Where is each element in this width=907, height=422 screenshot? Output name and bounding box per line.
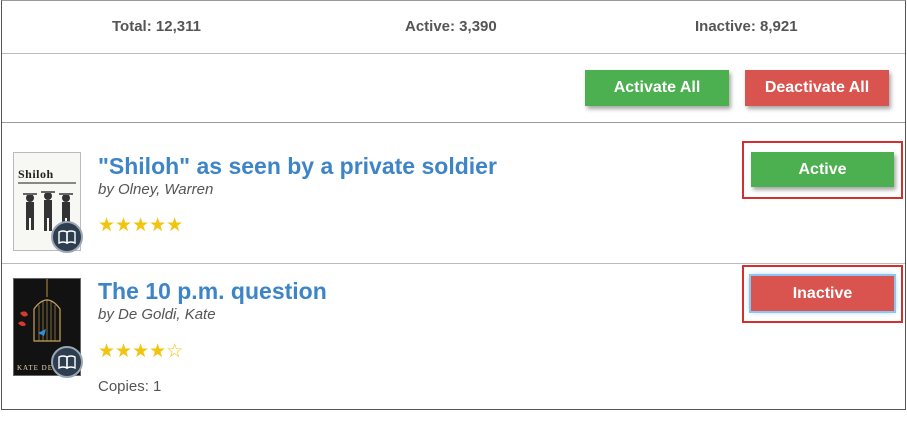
rating-stars-filled: ★★★★ (98, 341, 167, 362)
cover-title: Shiloh (18, 167, 54, 181)
book-author: by De Goldi, Kate (98, 306, 216, 323)
list-item: KATE DE The 10 p.m. question by De Goldi… (2, 264, 905, 410)
open-book-icon (58, 355, 76, 369)
stats-bar: Total: 12,311 Active: 3,390 Inactive: 8,… (2, 1, 905, 54)
collection-panel: Total: 12,311 Active: 3,390 Inactive: 8,… (1, 0, 906, 410)
active-count: Active: 3,390 (405, 18, 497, 35)
read-button[interactable] (51, 221, 83, 253)
rating-stars: ★★★★★ (98, 216, 183, 235)
open-book-icon (58, 230, 76, 244)
cover-author: KATE DE (17, 364, 53, 372)
status-toggle-button[interactable]: Inactive (749, 274, 896, 313)
rating-stars-empty: ☆ (166, 341, 184, 362)
status-highlight: Inactive (742, 265, 903, 323)
book-title[interactable]: The 10 p.m. question (98, 278, 327, 305)
status-toggle-button[interactable]: Active (751, 152, 894, 187)
rating-stars: ★★★★☆ (98, 342, 183, 361)
book-author: by Olney, Warren (98, 181, 214, 198)
status-highlight: Active (742, 141, 903, 199)
activate-all-button[interactable]: Activate All (585, 70, 729, 106)
total-count: Total: 12,311 (112, 18, 201, 35)
rating-stars-filled: ★★★★★ (98, 215, 184, 236)
read-button[interactable] (51, 346, 83, 378)
copies-count: Copies: 1 (98, 378, 162, 395)
inactive-count: Inactive: 8,921 (695, 18, 798, 35)
cover-subtitle-line (18, 182, 76, 184)
deactivate-all-button[interactable]: Deactivate All (745, 70, 889, 106)
list-item: Shiloh "Shiloh" as seen by a private sol… (2, 123, 905, 264)
bulk-actions-bar: Activate All Deactivate All (2, 54, 905, 123)
book-title[interactable]: "Shiloh" as seen by a private soldier (98, 153, 497, 180)
